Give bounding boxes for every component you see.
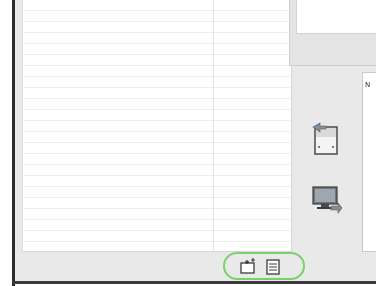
column-divider[interactable] [213,0,214,251]
monitor-transfer-icon[interactable] [310,184,343,214]
item-list[interactable] [22,0,292,252]
destination-list[interactable]: N [362,72,376,252]
document-icon[interactable] [264,258,282,276]
window-bottom-border [12,281,376,284]
window-left-border [12,0,15,286]
window: N [0,0,376,286]
file-transfer-left-icon[interactable] [310,122,340,156]
new-folder-icon[interactable] [239,258,257,276]
list-rows [23,0,291,251]
properties-text-area[interactable] [296,0,376,34]
destination-list-header: N [365,81,371,89]
